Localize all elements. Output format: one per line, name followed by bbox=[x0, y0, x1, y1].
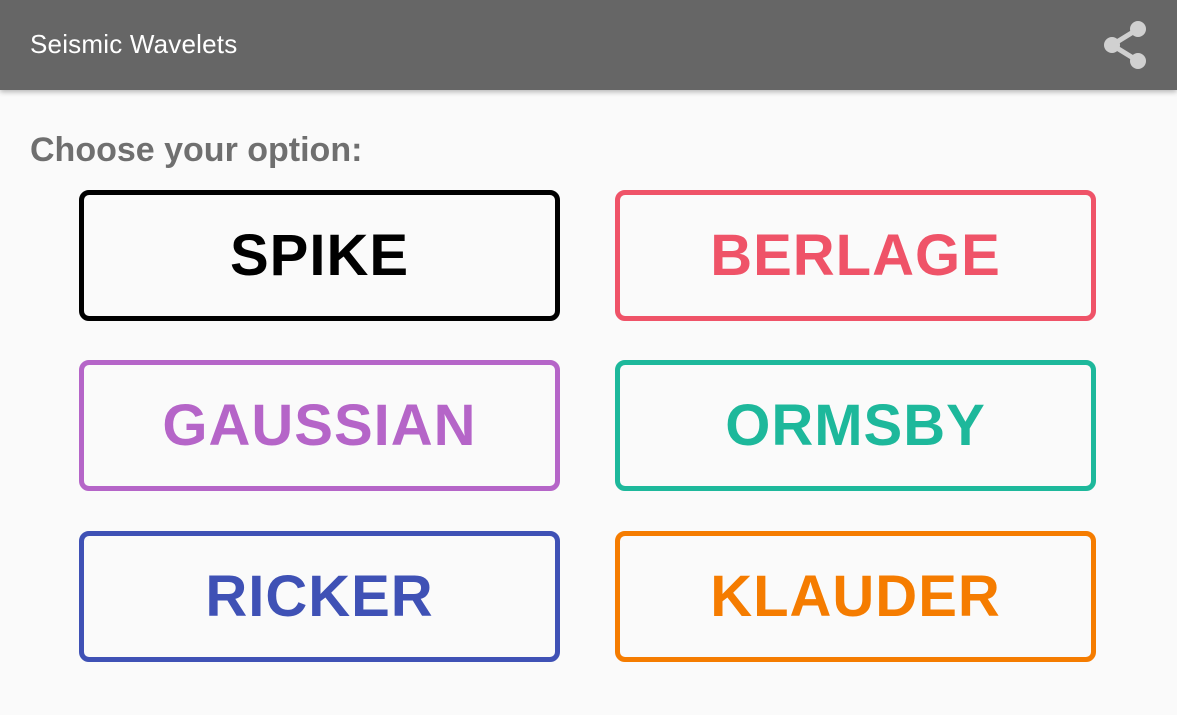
klauder-option-label: KLAUDER bbox=[710, 563, 1001, 629]
spike-option-button[interactable]: SPIKE bbox=[79, 190, 560, 321]
ricker-option-label: RICKER bbox=[205, 563, 434, 629]
ormsby-option-button[interactable]: ORMSBY bbox=[615, 360, 1096, 491]
berlage-option-button[interactable]: BERLAGE bbox=[615, 190, 1096, 321]
main-content: Choose your option: SPIKE BERLAGE GAUSSI… bbox=[0, 90, 1177, 715]
ormsby-option-label: ORMSBY bbox=[725, 392, 986, 458]
klauder-option-button[interactable]: KLAUDER bbox=[615, 531, 1096, 662]
share-button[interactable] bbox=[1092, 12, 1158, 78]
app-bar: Seismic Wavelets bbox=[0, 0, 1177, 90]
ricker-option-button[interactable]: RICKER bbox=[79, 531, 560, 662]
app-title: Seismic Wavelets bbox=[30, 29, 238, 59]
gaussian-option-button[interactable]: GAUSSIAN bbox=[79, 360, 560, 491]
share-icon bbox=[1104, 21, 1146, 69]
choose-option-prompt: Choose your option: bbox=[30, 131, 363, 169]
gaussian-option-label: GAUSSIAN bbox=[162, 392, 477, 458]
spike-option-label: SPIKE bbox=[229, 222, 410, 288]
berlage-option-label: BERLAGE bbox=[710, 222, 1001, 288]
